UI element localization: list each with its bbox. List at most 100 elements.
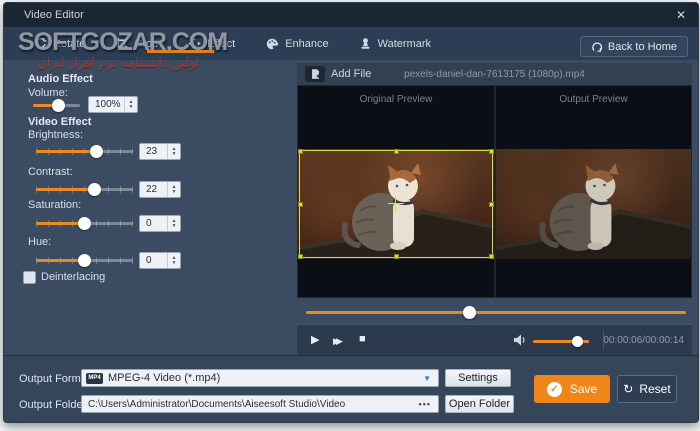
tab-effect[interactable]: Effect [188, 37, 235, 50]
settings-button[interactable]: Settings [445, 369, 511, 387]
chevron-down-icon[interactable]: ▼ [423, 374, 431, 383]
back-to-home-label: Back to Home [608, 41, 677, 53]
brightness-stepper[interactable]: ▲▼ [167, 144, 180, 159]
fast-forward-button[interactable]: ▶▶ [333, 334, 343, 348]
mp4-badge: MP4 [86, 373, 103, 384]
seek-slider[interactable] [306, 305, 686, 319]
saturation-slider-thumb[interactable] [78, 217, 91, 230]
hue-label: Hue: [28, 236, 51, 248]
contrast-input[interactable]: 22 ▲▼ [139, 181, 181, 198]
save-label: Save [570, 382, 597, 396]
tab-crop[interactable]: Crop [115, 37, 158, 50]
saturation-input[interactable]: 0 ▲▼ [139, 215, 181, 232]
toolbar: Rotate Crop Effect Enhance Watermark Bac… [4, 27, 698, 60]
tab-label: Watermark [378, 38, 431, 50]
original-preview-label: Original Preview [298, 94, 494, 105]
selection-handle[interactable] [489, 202, 494, 207]
reset-icon: ↻ [623, 383, 633, 395]
hue-slider[interactable] [36, 253, 133, 267]
brightness-label: Brightness: [28, 129, 83, 141]
active-tab-indicator [147, 50, 214, 53]
effect-icon [188, 37, 201, 50]
output-preview-label: Output Preview [496, 94, 691, 105]
brightness-value: 23 [140, 146, 167, 157]
selection-handle[interactable] [298, 149, 303, 154]
enhance-icon [265, 37, 279, 51]
deinterlacing-label: Deinterlacing [41, 271, 105, 283]
selection-handle[interactable] [298, 254, 303, 259]
tab-label: Crop [134, 38, 158, 50]
back-arrow-icon [591, 41, 603, 53]
selection-handle[interactable] [489, 149, 494, 154]
open-folder-button[interactable]: Open Folder [445, 395, 514, 413]
selection-handle[interactable] [298, 202, 303, 207]
volume-slider[interactable] [33, 98, 80, 112]
seek-slider-thumb[interactable] [463, 306, 476, 319]
hue-input[interactable]: 0 ▲▼ [139, 252, 181, 269]
tab-watermark[interactable]: Watermark [359, 37, 431, 50]
stepper-down-icon[interactable]: ▼ [129, 105, 134, 110]
tab-enhance[interactable]: Enhance [265, 37, 328, 51]
reset-button[interactable]: ↻ Reset [617, 375, 677, 403]
volume-input[interactable]: 100% ▲▼ [88, 96, 138, 113]
video-editor-window: Video Editor ✕ Rotate Crop Effect Enhanc… [3, 2, 699, 423]
saturation-slider[interactable] [36, 216, 133, 230]
back-to-home-button[interactable]: Back to Home [580, 36, 688, 57]
selection-handle[interactable] [489, 254, 494, 259]
brightness-slider[interactable] [36, 144, 133, 158]
crosshair-icon [388, 196, 404, 212]
saturation-value: 0 [140, 218, 167, 229]
speaker-icon[interactable] [513, 334, 527, 350]
player-volume-slider[interactable] [533, 334, 589, 348]
add-file-button[interactable]: Add File [305, 66, 371, 82]
stepper-down-icon[interactable]: ▼ [172, 261, 177, 266]
reset-label: Reset [639, 382, 670, 396]
output-preview-pane: Output Preview [496, 86, 691, 297]
selection-handle[interactable] [394, 254, 399, 259]
stepper-down-icon[interactable]: ▼ [172, 224, 177, 229]
selection-box[interactable] [299, 150, 493, 258]
tab-label: Effect [207, 38, 235, 50]
play-button[interactable]: ▶ [311, 333, 319, 347]
player-volume-thumb[interactable] [572, 336, 583, 347]
stepper-down-icon[interactable]: ▼ [172, 190, 177, 195]
deinterlacing-checkbox[interactable] [23, 271, 36, 284]
tab-rotate[interactable]: Rotate [34, 37, 85, 50]
selection-handle[interactable] [394, 149, 399, 154]
contrast-label: Contrast: [28, 166, 73, 178]
hue-stepper[interactable]: ▲▼ [167, 253, 180, 268]
playback-controls: ▶ ▶▶ ■ 00:00:06/00:00:14 [297, 324, 692, 355]
contrast-value: 22 [140, 184, 167, 195]
original-preview-pane: Original Preview [298, 86, 496, 297]
stop-button[interactable]: ■ [359, 332, 366, 346]
contrast-stepper[interactable]: ▲▼ [167, 182, 180, 197]
contrast-slider-thumb[interactable] [88, 183, 101, 196]
output-format-dropdown[interactable]: MP4 MPEG-4 Video (*.mp4) ▼ [81, 369, 439, 387]
volume-slider-thumb[interactable] [52, 99, 65, 112]
title-bar: Video Editor ✕ [4, 3, 698, 27]
output-folder-field[interactable]: C:\Users\Administrator\Documents\Aiseeso… [81, 395, 439, 413]
saturation-stepper[interactable]: ▲▼ [167, 216, 180, 231]
browse-button[interactable]: ••• [419, 399, 431, 409]
add-file-label: Add File [331, 68, 371, 80]
stepper-down-icon[interactable]: ▼ [172, 152, 177, 157]
volume-value: 100% [89, 99, 124, 110]
brightness-slider-thumb[interactable] [90, 145, 103, 158]
volume-stepper[interactable]: ▲▼ [124, 97, 137, 112]
close-icon[interactable]: ✕ [676, 7, 686, 23]
output-folder-label: Output Folder: [19, 399, 89, 411]
time-display: 00:00:06/00:00:14 [603, 335, 684, 346]
crop-icon [115, 37, 128, 50]
original-video-frame[interactable] [298, 149, 494, 259]
watermark-icon [359, 37, 372, 50]
hue-value: 0 [140, 255, 167, 266]
rotate-icon [34, 37, 47, 50]
tab-label: Enhance [285, 38, 328, 50]
preview-area: Original Preview [297, 85, 692, 298]
saturation-label: Saturation: [28, 199, 81, 211]
brightness-input[interactable]: 23 ▲▼ [139, 143, 181, 160]
save-button[interactable]: ✓ Save [534, 375, 610, 403]
output-folder-value: C:\Users\Administrator\Documents\Aiseeso… [82, 399, 345, 410]
hue-slider-thumb[interactable] [78, 254, 91, 267]
contrast-slider[interactable] [36, 182, 133, 196]
